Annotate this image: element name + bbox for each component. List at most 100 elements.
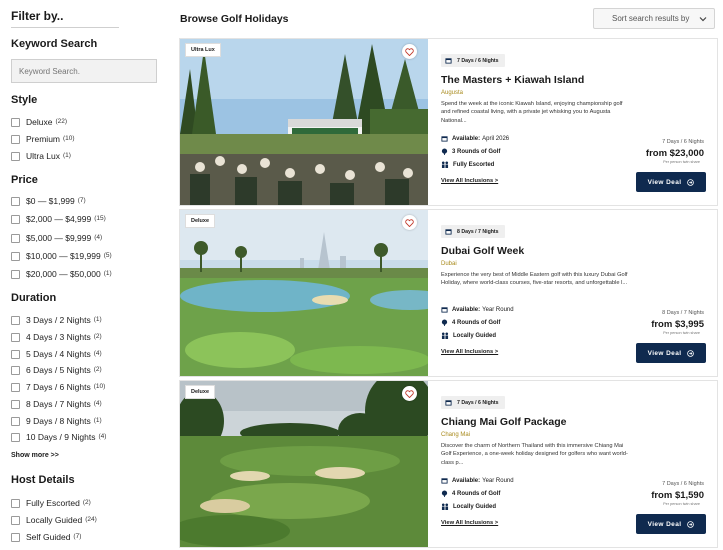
checkbox[interactable]	[11, 349, 20, 359]
rounds: 4 Rounds of Golf	[441, 490, 500, 497]
checkbox[interactable]	[11, 117, 20, 127]
host-text: Locally Guided	[453, 332, 497, 339]
favorite-button[interactable]	[402, 44, 417, 59]
keyword-search-input[interactable]	[11, 59, 157, 83]
price-note: Per person twin share	[663, 160, 700, 164]
calendar-icon	[445, 229, 452, 235]
option-count: (10)	[63, 134, 75, 142]
checkbox[interactable]	[11, 332, 20, 342]
golf-flag-icon	[441, 148, 448, 155]
deal-description: Experience the very best of Middle Easte…	[441, 272, 628, 287]
availability-value: Year Round	[482, 477, 514, 484]
host-text: Locally Guided	[453, 503, 497, 510]
filter-option-duration-5d[interactable]: 5 Days / 4 Nights (4)	[11, 348, 102, 360]
deal-image[interactable]: Deluxe	[180, 210, 428, 376]
view-inclusions-link[interactable]: View All Inclusions >	[441, 178, 498, 184]
option-count: (4)	[98, 432, 107, 440]
calendar-icon	[441, 307, 448, 313]
style-badge: Ultra Lux	[185, 43, 221, 57]
availability-label: Available:	[452, 135, 481, 142]
deal-card[interactable]: Deluxe 7 Days / 6 Nights Chiang Mai Golf…	[179, 380, 718, 548]
option-count: (1)	[93, 416, 102, 424]
checkbox[interactable]	[11, 233, 20, 243]
option-count: (1)	[103, 269, 112, 277]
checkbox[interactable]	[11, 214, 20, 224]
checkbox[interactable]	[11, 365, 20, 375]
filter-option-price-1[interactable]: $0 — $1,999 (7)	[11, 195, 86, 207]
show-more-link[interactable]: Show more >>	[11, 452, 59, 459]
filter-option-premium[interactable]: Premium (10)	[11, 133, 75, 145]
availability: Available: April 2026	[441, 135, 509, 142]
checkbox[interactable]	[11, 196, 20, 206]
filter-option-duration-3d[interactable]: 3 Days / 2 Nights (1)	[11, 314, 102, 326]
option-label: 8 Days / 7 Nights	[26, 399, 91, 409]
filter-option-self-guided[interactable]: Self Guided (7)	[11, 531, 81, 543]
option-label: Locally Guided	[26, 515, 83, 525]
deal-title[interactable]: The Masters + Kiawah Island	[441, 74, 584, 86]
filter-option-duration-8d[interactable]: 8 Days / 7 Nights (4)	[11, 398, 102, 410]
checkbox[interactable]	[11, 134, 20, 144]
checkbox[interactable]	[11, 382, 20, 392]
checkbox[interactable]	[11, 251, 20, 261]
view-inclusions-link[interactable]: View All Inclusions >	[441, 520, 498, 526]
filter-option-price-3[interactable]: $5,000 — $9,999 (4)	[11, 232, 102, 244]
checkbox[interactable]	[11, 416, 20, 426]
calendar-icon	[441, 478, 448, 484]
rounds-text: 3 Rounds of Golf	[452, 148, 501, 155]
deal-title[interactable]: Dubai Golf Week	[441, 245, 524, 257]
checkbox[interactable]	[11, 269, 20, 279]
option-count: (24)	[85, 515, 97, 523]
option-count: (7)	[77, 196, 86, 204]
filter-option-duration-6d[interactable]: 6 Days / 5 Nights (2)	[11, 364, 102, 376]
filter-option-locally-guided[interactable]: Locally Guided (24)	[11, 514, 97, 526]
deal-image[interactable]: Deluxe	[180, 381, 428, 547]
option-label: Ultra Lux	[26, 151, 61, 161]
heart-icon	[405, 218, 414, 227]
duration-text: 8 Days / 7 Nights	[457, 228, 499, 235]
filter-option-price-4[interactable]: $10,000 — $19,999 (5)	[11, 250, 112, 262]
checkbox[interactable]	[11, 432, 20, 442]
deal-image[interactable]: Ultra Lux	[180, 39, 428, 205]
price-note: Per person twin share	[663, 502, 700, 506]
checkbox[interactable]	[11, 532, 20, 542]
availability-value: Year Round	[482, 306, 514, 313]
filter-option-duration-10d[interactable]: 10 Days / 9 Nights (4)	[11, 431, 106, 443]
filter-option-duration-9d[interactable]: 9 Days / 8 Nights (1)	[11, 415, 102, 427]
checkbox[interactable]	[11, 315, 20, 325]
deal-details: 7 Days / 6 Nights Chiang Mai Golf Packag…	[441, 381, 636, 547]
favorite-button[interactable]	[402, 215, 417, 230]
availability: Available: Year Round	[441, 306, 514, 313]
option-label: $2,000 — $4,999	[26, 214, 92, 224]
availability-label: Available:	[452, 477, 481, 484]
option-count: (4)	[93, 399, 102, 407]
price: from $1,590	[651, 490, 704, 501]
option-count: (22)	[55, 117, 68, 125]
filter-title: Filter by..	[11, 9, 64, 23]
host-details-title: Host Details	[11, 474, 75, 486]
view-deal-button[interactable]: View Deal	[636, 514, 706, 534]
option-label: 10 Days / 9 Nights	[26, 432, 96, 442]
option-label: Fully Escorted	[26, 498, 80, 508]
favorite-button[interactable]	[402, 386, 417, 401]
filter-option-duration-7d[interactable]: 7 Days / 6 Nights (10)	[11, 381, 105, 393]
filter-option-price-5[interactable]: $20,000 — $50,000 (1)	[11, 268, 112, 280]
rounds: 4 Rounds of Golf	[441, 319, 500, 326]
checkbox[interactable]	[11, 399, 20, 409]
duration-title: Duration	[11, 292, 57, 304]
checkbox[interactable]	[11, 498, 20, 508]
filter-option-ultra-lux[interactable]: Ultra Lux (1)	[11, 150, 71, 162]
style-title: Style	[11, 94, 38, 106]
filter-option-fully-escorted[interactable]: Fully Escorted (2)	[11, 497, 91, 509]
availability-value: April 2026	[482, 135, 510, 142]
deal-details: 7 Days / 6 Nights The Masters + Kiawah I…	[441, 39, 636, 205]
view-inclusions-link[interactable]: View All Inclusions >	[441, 349, 498, 355]
deal-pricing: 8 Days / 7 Nights from $3,995 Per person…	[616, 181, 706, 363]
filter-option-duration-4d[interactable]: 4 Days / 3 Nights (2)	[11, 331, 102, 343]
filter-option-price-2[interactable]: $2,000 — $4,999 (15)	[11, 213, 106, 225]
checkbox[interactable]	[11, 151, 20, 161]
deal-title[interactable]: Chiang Mai Golf Package	[441, 416, 566, 428]
filter-option-deluxe[interactable]: Deluxe (22)	[11, 116, 67, 128]
calendar-icon	[445, 400, 452, 406]
checkbox[interactable]	[11, 515, 20, 525]
price-title: Price	[11, 174, 38, 186]
